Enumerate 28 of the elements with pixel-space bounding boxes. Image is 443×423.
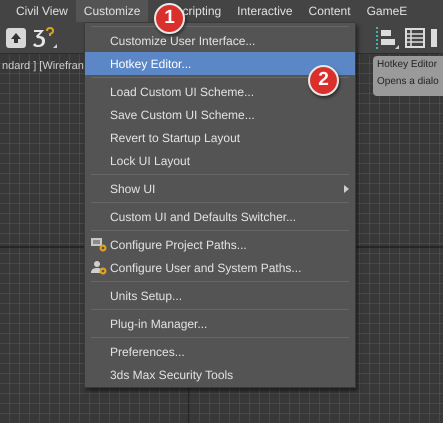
viewport-label[interactable]: ndard ] [Wirefran <box>0 54 86 74</box>
upload-icon[interactable] <box>6 28 26 48</box>
tooltip-description: Opens a dialo <box>377 76 439 88</box>
menu-item[interactable]: Preferences... <box>85 340 355 363</box>
user-gear-icon <box>91 260 107 275</box>
menu-item[interactable]: Show UI <box>85 177 355 200</box>
menu-item[interactable]: 3ds Max Security Tools <box>85 363 355 386</box>
menu-bar-item[interactable]: cripting <box>182 0 230 22</box>
submenu-arrow-icon <box>344 185 349 193</box>
tooltip-title: Hotkey Editor <box>377 59 438 71</box>
menu-bar-item[interactable]: Interactive <box>229 0 301 22</box>
menu-bar-item[interactable]: Content <box>300 0 359 22</box>
menu-item[interactable]: Lock UI Layout <box>85 149 355 172</box>
menu-item[interactable]: Custom UI and Defaults Switcher... <box>85 205 355 228</box>
snap-icon[interactable] <box>32 26 58 50</box>
menu-item[interactable]: Units Setup... <box>85 284 355 307</box>
table-icon[interactable] <box>405 28 425 48</box>
menu-item[interactable]: Configure User and System Paths... <box>85 256 355 279</box>
menu-item[interactable]: Plug-in Manager... <box>85 312 355 335</box>
menu-item[interactable]: Configure Project Paths... <box>85 233 355 256</box>
panel-icon[interactable] <box>431 28 437 48</box>
folder-gear-icon <box>91 237 107 252</box>
menu-item[interactable]: Revert to Startup Layout <box>85 126 355 149</box>
align-icon[interactable] <box>375 26 399 48</box>
menu-bar-item[interactable]: Customize <box>76 0 148 22</box>
menu-bar-item[interactable]: GameE <box>358 0 416 22</box>
menu-item[interactable]: Save Custom UI Scheme... <box>85 103 355 126</box>
menu-bar-item[interactable]: Civil View <box>8 0 76 22</box>
